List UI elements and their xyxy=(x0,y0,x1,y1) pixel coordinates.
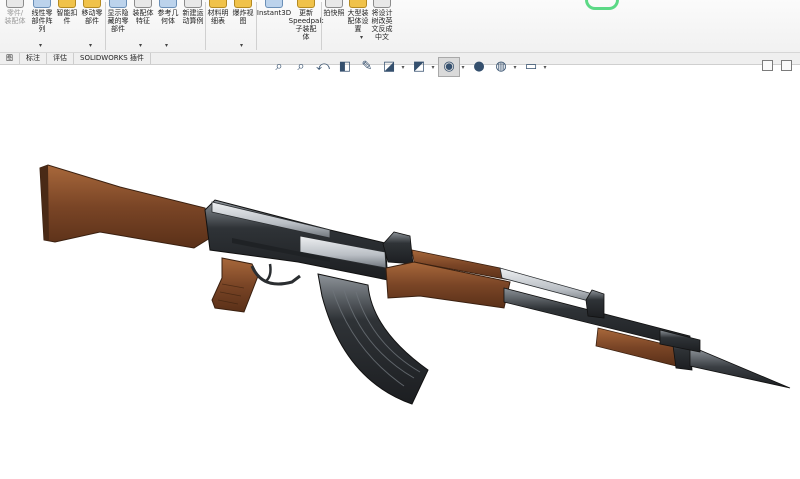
graphics-viewport[interactable] xyxy=(0,80,800,479)
assembly-features-dropdown[interactable]: ▾ xyxy=(139,42,142,49)
speedpak-icon xyxy=(297,0,315,8)
smart-fasteners-button[interactable]: 智能扣 件 xyxy=(55,0,79,52)
apply-scene-button[interactable]: ◍ xyxy=(490,57,512,77)
apply-scene-icon: ◍ xyxy=(495,59,507,74)
ribbon-label-5: 装配体 特征 xyxy=(132,9,154,25)
dynamic-annotation-button[interactable]: ✎ xyxy=(356,57,378,77)
linear-pattern-icon xyxy=(33,0,51,8)
view-settings-icon: ▭ xyxy=(524,59,538,74)
ribbon-label-10: Instant3D xyxy=(256,9,292,17)
large-assembly-dropdown[interactable]: ▾ xyxy=(360,34,363,41)
rifle-pistol-grip xyxy=(211,257,259,313)
instant3d-button[interactable]: Instant3D xyxy=(257,0,291,52)
zoom-to-fit-button[interactable]: ⌕ xyxy=(268,57,290,77)
rifle-trigger-guard xyxy=(250,265,301,286)
ribbon-label-3: 移动零 部件 xyxy=(81,9,103,25)
section-view-button[interactable]: ◧ xyxy=(334,57,356,77)
view-toolbar-dropdown-10[interactable]: ▾ xyxy=(542,64,548,71)
display-style-icon: ◩ xyxy=(412,59,426,74)
fastener-icon xyxy=(58,0,76,8)
ribbon-label-2: 智能扣 件 xyxy=(56,9,78,25)
ribbon-button-0[interactable]: 零件/ 装配体 xyxy=(2,0,28,52)
ribbon-label-6: 参考几 何体 xyxy=(157,9,179,25)
rifle-stock xyxy=(39,164,211,249)
move-component-dropdown[interactable]: ▾ xyxy=(89,42,92,49)
instant3d-icon xyxy=(265,0,283,8)
zoom-to-fit-icon: ⌕ xyxy=(275,59,283,74)
hide-show-items-button[interactable]: ◉ xyxy=(438,57,460,77)
tab-evaluate[interactable]: 评估 xyxy=(47,53,74,64)
move-component-icon xyxy=(83,0,101,8)
bom-icon xyxy=(209,0,227,8)
maximize-window-button[interactable] xyxy=(781,60,792,71)
linear-pattern-dropdown[interactable]: ▾ xyxy=(39,42,42,49)
overlay-shape xyxy=(585,0,619,10)
tab-solidworks-addins[interactable]: SOLIDWORKS 插件 xyxy=(74,53,151,64)
bill-of-materials-button[interactable]: 材料明 细表 xyxy=(206,0,230,52)
heads-up-view-toolbar: ⌕ ⌕ ⤺ ◧ ✎ ◪ ▾ ◩ ▾ ◉ ▾ ● ◍ ▾ ▭ ▾ xyxy=(268,56,550,78)
previous-view-icon: ⤺ xyxy=(316,59,330,74)
take-snapshot-button[interactable]: 拍快照 xyxy=(322,0,346,52)
update-speedpak-button[interactable]: 更新 Speedpak 子装配 体 xyxy=(288,0,324,52)
section-view-icon: ◧ xyxy=(338,59,352,74)
snapshot-icon xyxy=(325,0,343,8)
assembly-features-icon xyxy=(134,0,152,8)
rifle-rear-sight xyxy=(382,231,414,265)
ribbon-label-7: 新建运 动算例 xyxy=(182,9,204,25)
edit-appearance-button[interactable]: ● xyxy=(468,57,490,77)
ribbon-label-8: 材料明 细表 xyxy=(207,9,229,25)
large-assembly-icon xyxy=(349,0,367,8)
view-toolbar-dropdown-5[interactable]: ▾ xyxy=(400,64,406,71)
new-motion-study-button[interactable]: 新建运 动算例 xyxy=(181,0,205,52)
view-settings-button[interactable]: ▭ xyxy=(520,57,542,77)
reference-geometry-dropdown[interactable]: ▾ xyxy=(165,42,168,49)
edit-appearance-icon: ● xyxy=(473,59,485,74)
view-orientation-icon: ◪ xyxy=(382,59,396,74)
ribbon-label-1: 线性零 部件阵 列 xyxy=(31,9,53,33)
rifle-trigger xyxy=(265,263,272,282)
translate-tree-button[interactable]: 将设计 树改英 文反成 中文 xyxy=(370,0,394,52)
ribbon-label-11: 更新 Speedpak 子装配 体 xyxy=(288,9,324,41)
view-toolbar-dropdown-6[interactable]: ▾ xyxy=(430,64,436,71)
ribbon-label-0: 零件/ 装配体 xyxy=(4,9,26,25)
ribbon-label-12: 拍快照 xyxy=(323,9,345,17)
tab-0[interactable]: 图 xyxy=(0,53,20,64)
previous-view-button[interactable]: ⤺ xyxy=(312,57,334,77)
bayonet-blade xyxy=(689,345,791,389)
view-orientation-button[interactable]: ◪ xyxy=(378,57,400,77)
translate-tree-icon xyxy=(373,0,391,8)
component-icon xyxy=(6,0,24,8)
command-manager-ribbon: 零件/ 装配体 线性零 部件阵 列 ▾ 智能扣 件 移动零 部件 ▾ 显示隐 藏… xyxy=(0,0,800,53)
assembly-features-button[interactable]: 装配体 特征 xyxy=(131,0,155,52)
view-toolbar-dropdown-9[interactable]: ▾ xyxy=(512,64,518,71)
zoom-to-area-button[interactable]: ⌕ xyxy=(290,57,312,77)
restore-window-button[interactable] xyxy=(762,60,773,71)
ribbon-label-9: 爆炸视 图 xyxy=(232,9,254,25)
exploded-view-icon xyxy=(234,0,252,8)
display-style-button[interactable]: ◩ xyxy=(408,57,430,77)
reference-geometry-icon xyxy=(159,0,177,8)
dynamic-annotation-icon: ✎ xyxy=(361,59,373,74)
exploded-view-dropdown[interactable]: ▾ xyxy=(240,42,243,49)
ribbon-label-14: 将设计 树改英 文反成 中文 xyxy=(371,9,393,41)
view-toolbar-dropdown-7[interactable]: ▾ xyxy=(460,64,466,71)
show-hidden-components-button[interactable]: 显示隐 藏的零 部件 xyxy=(106,0,130,52)
rifle-butt-plate xyxy=(40,165,49,241)
ribbon-label-13: 大型装 配体设 置 xyxy=(347,9,369,33)
ribbon-label-4: 显示隐 藏的零 部件 xyxy=(107,9,129,33)
tab-markup[interactable]: 标注 xyxy=(20,53,47,64)
hide-show-items-icon: ◉ xyxy=(443,59,455,74)
zoom-to-area-icon: ⌕ xyxy=(297,59,305,74)
motion-study-icon xyxy=(184,0,202,8)
show-hidden-icon xyxy=(109,0,127,8)
large-assembly-settings-button[interactable]: 大型装 配体设 置 xyxy=(346,0,370,52)
